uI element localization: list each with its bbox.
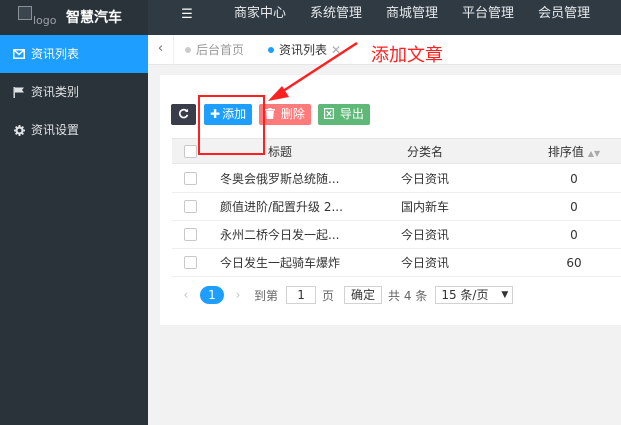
hamburger-icon[interactable]: ☰ bbox=[178, 6, 196, 24]
page-size-value: 15 条/页 bbox=[441, 288, 489, 302]
close-icon[interactable]: ✕ bbox=[331, 43, 341, 57]
sidebar-item-news-list[interactable]: 资讯列表 bbox=[0, 35, 148, 73]
cell-sort: 0 bbox=[570, 200, 578, 214]
logo-alt-text: logo bbox=[33, 14, 57, 27]
cell-title: 永州二桥今日发一起... bbox=[220, 228, 340, 242]
brand-title: 智慧汽车 bbox=[66, 10, 122, 26]
nav-item-mall[interactable]: 商城管理 bbox=[374, 0, 450, 35]
cell-sort: 0 bbox=[570, 172, 578, 186]
row-checkbox[interactable] bbox=[184, 256, 197, 269]
row-checkbox[interactable] bbox=[184, 172, 197, 185]
table-row[interactable]: 颜值进阶/配置升级 2... 国内新车 0 bbox=[172, 193, 621, 221]
export-icon bbox=[324, 107, 340, 121]
sidebar-item-news-category[interactable]: 资讯类别 bbox=[0, 73, 148, 111]
pagination: ‹ 1 › 到第 1 页 确定 共 4 条 15 条/页 ▼ bbox=[176, 284, 514, 306]
cell-title: 冬奥会俄罗斯总统随... bbox=[220, 172, 340, 186]
page-size-select[interactable]: 15 条/页 ▼ bbox=[435, 286, 514, 304]
cell-sort: 0 bbox=[570, 228, 578, 242]
sort-icon[interactable]: ▲▼ bbox=[588, 149, 600, 158]
sidebar-item-news-settings[interactable]: 资讯设置 bbox=[0, 111, 148, 149]
tab-label: 后台首页 bbox=[196, 43, 245, 57]
chevron-left-icon[interactable]: ‹ bbox=[148, 35, 174, 65]
header-title: 标题 bbox=[268, 145, 293, 159]
highlight-box bbox=[198, 95, 265, 155]
tab-label: 资讯列表 bbox=[279, 43, 328, 57]
cell-title: 今日发生一起骑车爆炸 bbox=[220, 256, 341, 270]
total-count: 共 4 条 bbox=[388, 288, 428, 303]
table-row[interactable]: 冬奥会俄罗斯总统随... 今日资讯 0 bbox=[172, 165, 621, 193]
sidebar-item-label: 资讯设置 bbox=[31, 123, 80, 137]
nav-item-platform[interactable]: 平台管理 bbox=[450, 0, 526, 35]
tab-home[interactable]: 后台首页 bbox=[185, 35, 244, 65]
cell-title: 颜值进阶/配置升级 2... bbox=[220, 200, 343, 214]
tab-dot bbox=[185, 47, 191, 53]
logo-area: logo 智慧汽车 bbox=[0, 0, 148, 35]
cell-category: 国内新车 bbox=[400, 200, 449, 214]
table-row[interactable]: 今日发生一起骑车爆炸 今日资讯 60 bbox=[172, 249, 621, 277]
cell-category: 今日资讯 bbox=[400, 172, 449, 186]
header-sort[interactable]: 排序值 ▲▼ bbox=[527, 139, 621, 167]
nav-item-merchant[interactable]: 商家中心 bbox=[222, 0, 298, 35]
sidebar-item-label: 资讯类别 bbox=[31, 85, 80, 99]
header-category: 分类名 bbox=[406, 145, 443, 159]
logo-image bbox=[18, 6, 32, 20]
flag-icon bbox=[13, 86, 25, 98]
current-page[interactable]: 1 bbox=[200, 286, 224, 304]
export-button[interactable]: 导出 bbox=[318, 104, 370, 125]
trash-icon bbox=[265, 107, 281, 121]
refresh-icon bbox=[178, 107, 189, 121]
tab-news-list[interactable]: 资讯列表 ✕ bbox=[268, 35, 341, 65]
table-row[interactable]: 永州二桥今日发一起... 今日资讯 0 bbox=[172, 221, 621, 249]
sidebar-item-label: 资讯列表 bbox=[31, 47, 80, 61]
gear-icon bbox=[13, 124, 25, 136]
prev-page-icon[interactable]: ‹ bbox=[176, 288, 196, 303]
refresh-button[interactable] bbox=[171, 104, 196, 125]
top-nav: 商家中心 系统管理 商城管理 平台管理 会员管理 bbox=[222, 0, 602, 35]
goto-page-input[interactable]: 1 bbox=[286, 286, 317, 304]
goto-prefix: 到第 bbox=[254, 288, 279, 303]
row-checkbox[interactable] bbox=[184, 228, 197, 241]
nav-item-member[interactable]: 会员管理 bbox=[526, 0, 602, 35]
next-page-icon[interactable]: › bbox=[228, 288, 248, 303]
cell-category: 今日资讯 bbox=[400, 228, 449, 242]
select-all-checkbox[interactable] bbox=[184, 145, 197, 158]
row-checkbox[interactable] bbox=[184, 200, 197, 213]
delete-button[interactable]: 删除 bbox=[259, 104, 311, 125]
export-label: 导出 bbox=[339, 107, 364, 121]
cell-sort: 60 bbox=[566, 256, 582, 270]
annotation-text: 添加文章 bbox=[371, 45, 443, 66]
sidebar: 资讯列表 资讯类别 资讯设置 bbox=[0, 35, 148, 425]
mail-icon bbox=[13, 49, 25, 59]
tab-dot bbox=[268, 47, 274, 53]
top-bar: logo 智慧汽车 ☰ 商家中心 系统管理 商城管理 平台管理 会员管理 bbox=[0, 0, 621, 35]
goto-suffix: 页 bbox=[322, 288, 335, 303]
delete-label: 删除 bbox=[280, 107, 305, 121]
goto-confirm-button[interactable]: 确定 bbox=[344, 286, 383, 304]
nav-item-system[interactable]: 系统管理 bbox=[298, 0, 374, 35]
cell-category: 今日资讯 bbox=[400, 256, 449, 270]
header-sort-label: 排序值 bbox=[547, 145, 584, 159]
caret-down-icon: ▼ bbox=[501, 290, 509, 300]
